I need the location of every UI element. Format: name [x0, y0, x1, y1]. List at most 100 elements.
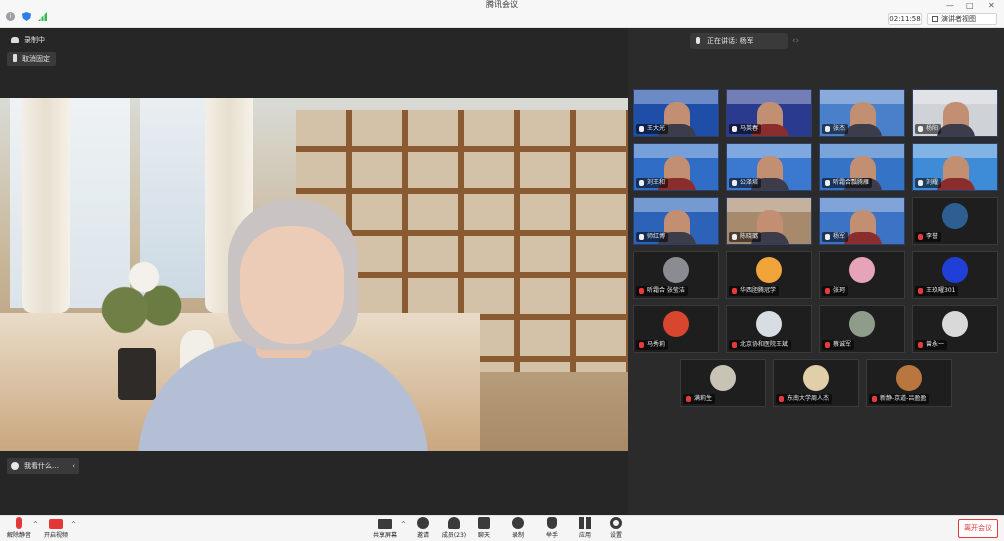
share-options-caret[interactable]: ^	[401, 521, 406, 528]
participant-tile[interactable]: 听霜合 张莹洁	[633, 251, 719, 299]
avatar	[803, 365, 829, 391]
participant-name-text: 王大光	[647, 125, 666, 132]
participant-name: 东南大学周人杰	[776, 394, 833, 404]
members-button[interactable]: 成员(23)	[440, 517, 468, 541]
close-button[interactable]: ✕	[988, 1, 995, 10]
avatar	[756, 311, 782, 337]
participant-tile[interactable]: 听霜合瓢腾雁	[819, 143, 905, 191]
audio-options-caret[interactable]: ^	[33, 521, 38, 528]
info-icon[interactable]: i	[6, 12, 15, 21]
raise-hand-button[interactable]: 举手	[540, 517, 564, 541]
share-screen-icon	[378, 519, 392, 529]
mic-icon	[825, 234, 830, 240]
participant-tile[interactable]: 满莉生	[680, 359, 766, 407]
network-signal-icon[interactable]	[38, 12, 47, 21]
participant-tile[interactable]: 张杰	[819, 89, 905, 137]
mic-muted-icon	[825, 342, 830, 348]
participant-name-text: 刘耀	[926, 179, 939, 186]
gallery-pager[interactable]: ‹›	[792, 34, 824, 48]
participant-person	[844, 210, 882, 244]
cloud-record-icon	[11, 37, 19, 43]
participant-name-text: 北京协和医院王斌	[740, 341, 789, 348]
share-screen-button[interactable]: 共享屏幕	[370, 517, 400, 541]
participant-name: 王大光	[636, 124, 669, 134]
participant-tile[interactable]: 师红博	[633, 197, 719, 245]
participant-tile[interactable]: 张珂	[819, 251, 905, 299]
participant-name-text: 听霜合 张莹洁	[647, 287, 685, 294]
participant-tile[interactable]: 王大光	[633, 89, 719, 137]
avatar	[942, 311, 968, 337]
meeting-timer: 02:11:58	[888, 13, 922, 25]
participant-name-text: 马英春	[740, 125, 759, 132]
invite-button[interactable]: 邀请	[410, 517, 436, 541]
participant-name: 新静-京道-吕盈盈	[869, 394, 930, 404]
participant-name-text: 刘王和	[647, 179, 666, 186]
reaction-status-pill[interactable]: 我看什么… ‹	[7, 458, 79, 474]
participant-tile[interactable]: 华西胆腾冠学	[726, 251, 812, 299]
participant-tile[interactable]: 李誉	[912, 197, 998, 245]
participant-name: 马秀莉	[636, 340, 669, 350]
participant-tile[interactable]: 马英春	[726, 89, 812, 137]
unmute-button[interactable]: 解除静音	[6, 517, 32, 541]
participant-tile[interactable]: 刘王和	[633, 143, 719, 191]
emoji-icon	[11, 462, 19, 470]
mic-muted-icon	[639, 288, 644, 294]
bottom-toolbar: 解除静音 ^ 开启视频 ^ 共享屏幕 ^ 邀请 成员(23) 聊天 录制 举手 …	[0, 515, 1004, 541]
avatar	[663, 311, 689, 337]
collapse-chevron-icon[interactable]: ‹	[72, 458, 75, 474]
mic-muted-icon	[918, 342, 923, 348]
participant-name-text: 陈晓璐	[740, 233, 759, 240]
participant-tile[interactable]: 刘耀	[912, 143, 998, 191]
view-mode-button[interactable]: 演讲者视图	[927, 13, 997, 25]
start-video-button[interactable]: 开启视频	[42, 517, 70, 541]
participant-tile[interactable]: 北京协和医院王斌	[726, 305, 812, 353]
speaker-video[interactable]	[0, 98, 628, 451]
mic-icon	[732, 234, 737, 240]
unpin-button[interactable]: 取消固定	[7, 52, 56, 66]
participant-tile[interactable]: 新静-京道-吕盈盈	[866, 359, 952, 407]
participant-tile[interactable]: 陈晓璐	[726, 197, 812, 245]
participant-name: 李誉	[915, 232, 942, 242]
raise-hand-label: 举手	[545, 532, 558, 539]
participant-person	[937, 156, 975, 190]
mic-muted-icon	[16, 517, 22, 529]
participant-name-text: 马秀莉	[647, 341, 666, 348]
leave-meeting-button[interactable]: 离开会议	[958, 519, 998, 538]
participant-name-text: 新静-京道-吕盈盈	[880, 395, 927, 402]
participant-tile[interactable]: 杨军	[819, 197, 905, 245]
shield-icon[interactable]	[22, 12, 31, 21]
mic-icon	[732, 126, 737, 132]
participant-name-text: 曾永一	[926, 341, 945, 348]
participant-tile[interactable]: 王玖曜301	[912, 251, 998, 299]
participant-tile[interactable]: 东南大学周人杰	[773, 359, 859, 407]
minimize-button[interactable]: —	[946, 1, 954, 10]
participant-tile[interactable]: 蔡诚军	[819, 305, 905, 353]
invite-label: 邀请	[416, 532, 429, 539]
record-button[interactable]: 录制	[506, 517, 530, 541]
participant-name: 北京协和医院王斌	[729, 340, 792, 350]
participant-tile[interactable]: 曾永一	[912, 305, 998, 353]
apps-button[interactable]: 应用	[573, 517, 597, 541]
mic-muted-icon	[732, 342, 737, 348]
video-options-caret[interactable]: ^	[71, 521, 76, 528]
maximize-button[interactable]: □	[966, 1, 974, 10]
participant-name-text: 公泽培	[740, 179, 759, 186]
participant-tile[interactable]: 马秀莉	[633, 305, 719, 353]
participant-name: 刘耀	[915, 178, 942, 188]
speaker-person	[138, 200, 428, 451]
grid-icon	[932, 16, 938, 22]
participant-name-text: 听霜合瓢腾雁	[833, 179, 870, 186]
settings-button[interactable]: 设置	[604, 517, 628, 541]
mic-icon	[918, 126, 923, 132]
recording-label: 录制中	[24, 36, 45, 44]
chat-button[interactable]: 聊天	[472, 517, 496, 541]
recording-indicator[interactable]: 录制中	[7, 33, 51, 47]
participant-name: 张珂	[822, 286, 849, 296]
participant-name-text: 东南大学周人杰	[787, 395, 830, 402]
title-bar: i 腾讯会议 — □ ✕ 02:11:58 演讲者视图	[0, 0, 1004, 28]
participant-tile[interactable]: 杨阳	[912, 89, 998, 137]
mic-muted-icon	[918, 234, 923, 240]
participant-tile[interactable]: 公泽培	[726, 143, 812, 191]
participant-name: 满莉生	[683, 394, 716, 404]
participant-name: 张杰	[822, 124, 849, 134]
